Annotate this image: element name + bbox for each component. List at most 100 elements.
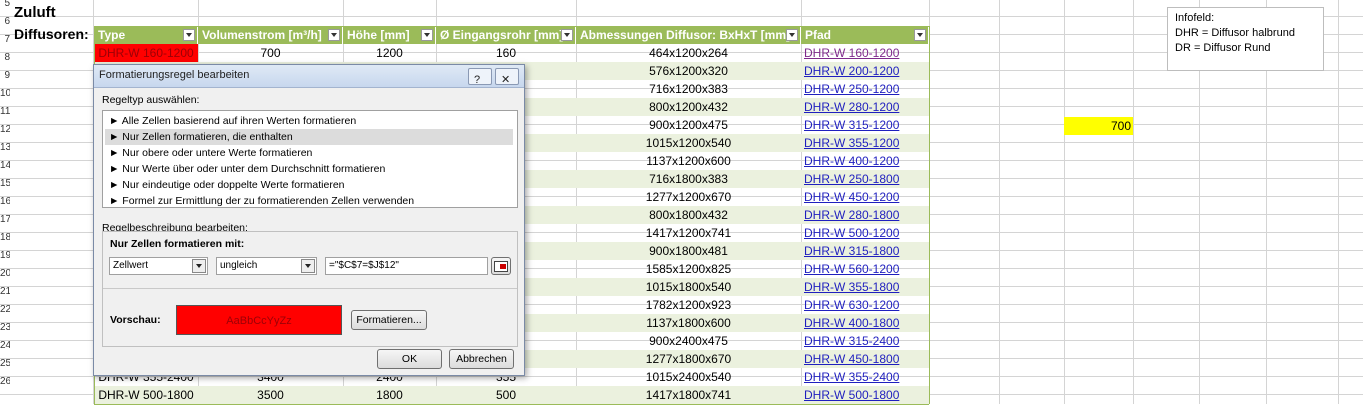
- ok-button[interactable]: OK: [377, 349, 442, 369]
- path-link[interactable]: DHR-W 630-1200: [801, 296, 929, 314]
- row-number[interactable]: 12: [0, 124, 10, 135]
- row-number[interactable]: 15: [0, 178, 10, 189]
- pipe-cell[interactable]: 160: [436, 44, 576, 62]
- table-cell[interactable]: DHR-W 355-2400: [94, 377, 198, 386]
- height-cell[interactable]: 1800: [343, 386, 436, 404]
- row-number[interactable]: 9: [0, 70, 10, 81]
- dims-cell[interactable]: 1137x1200x600: [576, 152, 801, 170]
- filter-dropdown-icon[interactable]: [561, 29, 573, 41]
- row-number[interactable]: 10: [0, 88, 10, 99]
- dims-cell[interactable]: 1585x1200x825: [576, 260, 801, 278]
- filter-dropdown-icon[interactable]: [328, 29, 340, 41]
- row-number[interactable]: 11: [0, 106, 10, 117]
- path-link[interactable]: DHR-W 200-1200: [801, 62, 929, 80]
- dims-cell[interactable]: 800x1200x432: [576, 98, 801, 116]
- dims-cell[interactable]: 464x1200x264: [576, 44, 801, 62]
- row-number[interactable]: 22: [0, 304, 10, 315]
- row-number[interactable]: 17: [0, 214, 10, 225]
- path-link[interactable]: DHR-W 355-2400: [801, 368, 929, 386]
- cell-value-combo[interactable]: Zellwert: [109, 257, 208, 275]
- dims-cell[interactable]: 1137x1800x600: [576, 314, 801, 332]
- filter-dropdown-icon[interactable]: [183, 29, 195, 41]
- type-cell[interactable]: DHR-W 500-1800: [94, 386, 198, 404]
- row-number[interactable]: 23: [0, 322, 10, 333]
- filter-dropdown-icon[interactable]: [421, 29, 433, 41]
- path-link[interactable]: DHR-W 355-1800: [801, 278, 929, 296]
- cancel-button[interactable]: Abbrechen: [449, 349, 514, 369]
- row-number[interactable]: 5: [0, 0, 10, 9]
- operator-combo[interactable]: ungleich: [216, 257, 317, 275]
- rule-type-item[interactable]: ► Nur Zellen formatieren, die enthalten: [105, 129, 513, 145]
- row-number[interactable]: 21: [0, 286, 10, 297]
- format-button[interactable]: Formatieren...: [351, 310, 427, 330]
- row-number[interactable]: 14: [0, 160, 10, 171]
- height-cell[interactable]: 1200: [343, 44, 436, 62]
- rule-type-item[interactable]: ► Formel zur Ermittlung der zu formatier…: [105, 193, 513, 209]
- row-number[interactable]: 20: [0, 268, 10, 279]
- dims-cell[interactable]: 1417x1200x741: [576, 224, 801, 242]
- path-link[interactable]: DHR-W 400-1200: [801, 152, 929, 170]
- dims-cell[interactable]: 900x2400x475: [576, 332, 801, 350]
- row-number[interactable]: 16: [0, 196, 10, 207]
- row-number[interactable]: 26: [0, 376, 10, 387]
- table-cell[interactable]: 2400: [343, 377, 436, 386]
- pipe-cell[interactable]: 500: [436, 386, 576, 404]
- dims-cell[interactable]: 1015x1800x540: [576, 278, 801, 296]
- type-cell[interactable]: DHR-W 160-1200: [94, 44, 198, 62]
- dims-cell[interactable]: 716x1200x383: [576, 80, 801, 98]
- rule-type-item[interactable]: ► Nur Werte über oder unter dem Durchsch…: [105, 161, 513, 177]
- path-link[interactable]: DHR-W 450-1200: [801, 188, 929, 206]
- row-number[interactable]: 24: [0, 340, 10, 351]
- dims-cell[interactable]: 1417x1800x741: [576, 386, 801, 404]
- close-button[interactable]: ✕: [495, 68, 519, 86]
- dims-cell[interactable]: 1277x1800x670: [576, 350, 801, 368]
- help-button[interactable]: ?: [468, 68, 492, 86]
- column-header[interactable]: Höhe [mm]: [343, 26, 436, 44]
- rule-type-item[interactable]: ► Alle Zellen basierend auf ihren Werten…: [105, 113, 513, 129]
- path-link[interactable]: DHR-W 315-1800: [801, 242, 929, 260]
- filter-dropdown-icon[interactable]: [914, 29, 926, 41]
- dims-cell[interactable]: 1782x1200x923: [576, 296, 801, 314]
- dims-cell[interactable]: 900x1800x481: [576, 242, 801, 260]
- path-link[interactable]: DHR-W 315-2400: [801, 332, 929, 350]
- path-link[interactable]: DHR-W 500-1800: [801, 386, 929, 404]
- row-number[interactable]: 19: [0, 250, 10, 261]
- row-number[interactable]: 7: [0, 34, 10, 45]
- row-number[interactable]: 8: [0, 52, 10, 63]
- column-header[interactable]: Ø Eingangsrohr [mm]: [436, 26, 576, 44]
- path-link[interactable]: DHR-W 280-1800: [801, 206, 929, 224]
- rule-type-item[interactable]: ► Nur obere oder untere Werte formatiere…: [105, 145, 513, 161]
- path-link[interactable]: DHR-W 400-1800: [801, 314, 929, 332]
- dims-cell[interactable]: 716x1800x383: [576, 170, 801, 188]
- dims-cell[interactable]: 900x1200x475: [576, 116, 801, 134]
- column-header[interactable]: Volumenstrom [m³/h]: [198, 26, 343, 44]
- column-header[interactable]: Type: [94, 26, 198, 44]
- range-select-button[interactable]: [491, 257, 511, 275]
- column-header[interactable]: Pfad: [801, 26, 929, 44]
- volume-cell[interactable]: 700: [198, 44, 343, 62]
- row-number[interactable]: 18: [0, 232, 10, 243]
- table-cell[interactable]: 3400: [198, 377, 343, 386]
- table-cell[interactable]: 355: [436, 377, 576, 386]
- path-link[interactable]: DHR-W 500-1200: [801, 224, 929, 242]
- path-link[interactable]: DHR-W 560-1200: [801, 260, 929, 278]
- dims-cell[interactable]: 1015x2400x540: [576, 368, 801, 386]
- path-link[interactable]: DHR-W 450-1800: [801, 350, 929, 368]
- path-link[interactable]: DHR-W 315-1200: [801, 116, 929, 134]
- dims-cell[interactable]: 800x1800x432: [576, 206, 801, 224]
- path-link[interactable]: DHR-W 250-1800: [801, 170, 929, 188]
- rule-type-item[interactable]: ► Nur eindeutige oder doppelte Werte for…: [105, 177, 513, 193]
- path-link[interactable]: DHR-W 280-1200: [801, 98, 929, 116]
- highlight-cell[interactable]: 700: [1064, 117, 1133, 135]
- formula-input[interactable]: ="$C$7=$J$12": [325, 257, 488, 275]
- row-number[interactable]: 13: [0, 142, 10, 153]
- row-number[interactable]: 25: [0, 358, 10, 369]
- rule-type-list[interactable]: ► Alle Zellen basierend auf ihren Werten…: [102, 110, 518, 208]
- column-header[interactable]: Abmessungen Diffusor: BxHxT [mm]: [576, 26, 801, 44]
- path-link[interactable]: DHR-W 355-1200: [801, 134, 929, 152]
- path-link[interactable]: DHR-W 160-1200: [801, 44, 929, 62]
- row-number[interactable]: 6: [0, 16, 10, 27]
- volume-cell[interactable]: 3500: [198, 386, 343, 404]
- dims-cell[interactable]: 1015x1200x540: [576, 134, 801, 152]
- dims-cell[interactable]: 1277x1200x670: [576, 188, 801, 206]
